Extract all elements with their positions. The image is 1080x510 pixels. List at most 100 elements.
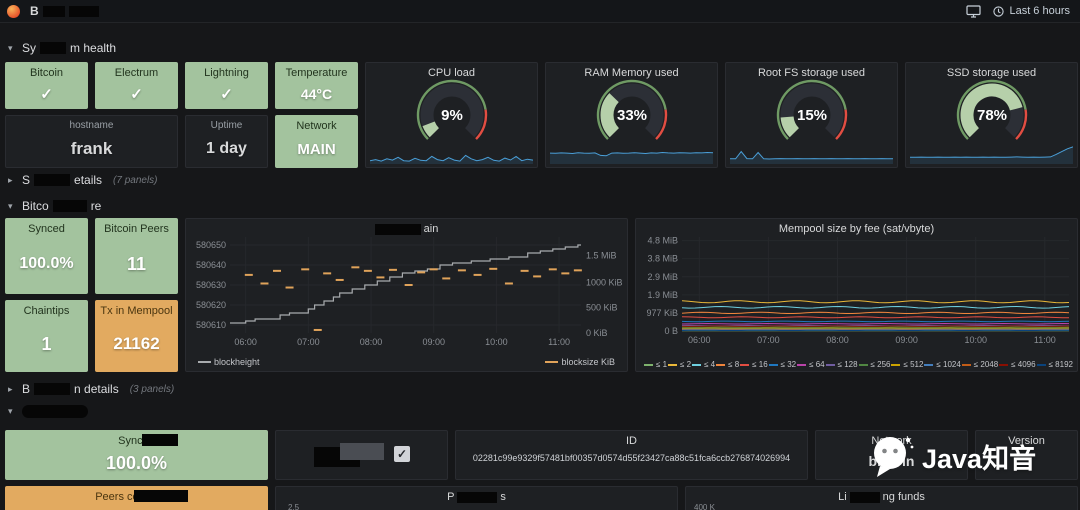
panel-ram-used[interactable]: RAM Memory used 33% <box>545 62 718 168</box>
panel-tx-in-mempool[interactable]: Tx in Mempool 21162 <box>95 300 178 372</box>
legend-item[interactable]: ≤ 8192 <box>1037 360 1073 370</box>
panel-bitcoin-peers[interactable]: Bitcoin Peers 11 <box>95 218 178 294</box>
row-bitcoin-core[interactable]: ▾ Bitco re <box>8 198 101 214</box>
panel-rootfs-used[interactable]: Root FS storage used 15% <box>725 62 898 168</box>
svg-text:4.8 MiB: 4.8 MiB <box>647 236 678 246</box>
legend-item[interactable]: ≤ 4096 <box>999 360 1035 370</box>
dashboard-title[interactable]: B <box>30 4 99 18</box>
svg-text:06:00: 06:00 <box>688 335 711 345</box>
legend-item[interactable]: ≤ 8 <box>716 360 739 370</box>
stat-label: Bitcoin <box>30 67 63 79</box>
panel-title[interactable]: Li ng funds <box>686 491 1077 503</box>
legend-item[interactable]: ≤ 1 <box>644 360 667 370</box>
svg-text:06:00: 06:00 <box>234 337 257 347</box>
legend-item[interactable]: ≤ 2048 <box>962 360 998 370</box>
panel-bitcoin-status[interactable]: Bitcoin ✓ <box>5 62 88 109</box>
check-icon: ✓ <box>40 79 53 108</box>
panel-title[interactable]: Root FS storage used <box>726 67 897 79</box>
legend-item[interactable]: ≤ 128 <box>826 360 858 370</box>
svg-text:07:00: 07:00 <box>757 335 780 345</box>
panel-synced[interactable]: Synced 100.0% <box>5 218 88 294</box>
redaction-box <box>40 42 66 54</box>
stat-value: 11 <box>127 235 146 293</box>
stat-value: 100.0% <box>19 235 73 293</box>
stat-value: 100.0% <box>106 447 167 479</box>
panel-electrum-status[interactable]: Electrum ✓ <box>95 62 178 109</box>
legend-item[interactable]: ≤ 32 <box>769 360 797 370</box>
svg-text:09:00: 09:00 <box>895 335 918 345</box>
ssd-gauge: 78% <box>906 75 1077 147</box>
panel-uptime[interactable]: Uptime 1 day <box>185 115 268 168</box>
legend-item[interactable]: ≤ 1024 <box>924 360 960 370</box>
stat-label: Temperature <box>286 67 348 79</box>
svg-text:15%: 15% <box>796 107 826 124</box>
panel-title[interactable]: ain <box>186 223 627 235</box>
row-title: n details <box>74 382 119 396</box>
panel-count: (3 panels) <box>130 384 174 395</box>
panel-chaintips[interactable]: Chaintips 1 <box>5 300 88 372</box>
tv-mode-button[interactable] <box>966 5 981 18</box>
redaction-box <box>142 434 178 446</box>
svg-text:580630: 580630 <box>196 280 226 290</box>
legend-item[interactable]: ≤ 64 <box>797 360 825 370</box>
time-range-label: Last 6 hours <box>1009 5 1070 17</box>
grafana-logo-icon[interactable] <box>7 5 20 18</box>
node-id-value: 02281c99e9329f57481bf00357d0574d55f23427… <box>460 453 803 463</box>
panel-mempool-chart[interactable]: Mempool size by fee (sat/vbyte) 4.8 MiB3… <box>635 218 1078 372</box>
chevron-right-icon: ▸ <box>8 384 16 395</box>
redaction-box <box>457 492 497 503</box>
stat-label: Uptime <box>211 120 243 131</box>
panel-title[interactable]: SSD storage used <box>906 67 1077 79</box>
legend-item[interactable]: blockheight <box>198 357 260 367</box>
panel-ssd-used[interactable]: SSD storage used 78% <box>905 62 1078 168</box>
grafana-dashboard: B Last 6 hours ▾ Sy <box>0 0 1080 510</box>
checkbox-icon[interactable]: ✓ <box>394 446 410 462</box>
redaction-box <box>22 405 88 418</box>
stat-label: Electrum <box>115 67 158 79</box>
legend-item[interactable]: ≤ 4 <box>692 360 715 370</box>
panel-title[interactable]: RAM Memory used <box>546 67 717 79</box>
panel-blockchain-chart[interactable]: ain 58065058064058063058062058061006:000… <box>185 218 628 372</box>
panel-lightning-funds[interactable]: Li ng funds 400 K <box>685 486 1078 510</box>
row-details-7[interactable]: ▸ S etails (7 panels) <box>8 172 158 188</box>
clock-icon <box>993 6 1004 17</box>
svg-text:580620: 580620 <box>196 300 226 310</box>
svg-text:580610: 580610 <box>196 320 226 330</box>
panel-ln-synced[interactable]: Synced 100.0% <box>5 430 268 480</box>
panel-redacted[interactable]: ✓ <box>275 430 448 480</box>
topbar: B Last 6 hours <box>0 0 1080 23</box>
redaction-box <box>43 6 65 17</box>
row-system-health[interactable]: ▾ Sy m health <box>8 40 116 56</box>
row-lightning[interactable]: ▾ <box>8 403 88 419</box>
svg-text:08:00: 08:00 <box>826 335 849 345</box>
chart-legend: ≤ 1≤ 2≤ 4≤ 8≤ 16≤ 32≤ 64≤ 128≤ 256≤ 512≤… <box>644 360 1073 370</box>
legend-item[interactable]: ≤ 512 <box>891 360 923 370</box>
legend-item[interactable]: ≤ 16 <box>740 360 768 370</box>
blockchain-chart: 58065058064058063058062058061006:0007:00… <box>186 219 629 373</box>
svg-text:10:00: 10:00 <box>964 335 987 345</box>
panel-title[interactable]: P s <box>276 491 677 503</box>
chart-legend: blockheight blocksize KiB <box>198 357 615 367</box>
row-details-3[interactable]: ▸ B n details (3 panels) <box>8 381 174 397</box>
panel-network[interactable]: Network MAIN <box>275 115 358 168</box>
panel-title[interactable]: CPU load <box>366 67 537 79</box>
panel-title-text: ain <box>424 223 439 235</box>
stat-label: Chaintips <box>24 305 70 317</box>
watermark: Java知音 <box>868 432 1036 480</box>
panel-hostname[interactable]: hostname frank <box>5 115 178 168</box>
panel-lightning-status[interactable]: Lightning ✓ <box>185 62 268 109</box>
panel-peers-connected[interactable]: Peers connected <box>5 486 268 510</box>
time-range-picker[interactable]: Last 6 hours <box>993 5 1070 17</box>
redaction-box <box>850 492 880 503</box>
panel-peers-chart[interactable]: P s 2.5 <box>275 486 678 510</box>
rootfs-gauge: 15% <box>726 75 897 147</box>
panel-title[interactable]: Mempool size by fee (sat/vbyte) <box>636 223 1077 235</box>
legend-item[interactable]: ≤ 256 <box>859 360 891 370</box>
panel-title[interactable]: ID <box>456 435 807 447</box>
panel-node-id[interactable]: ID 02281c99e9329f57481bf00357d0574d55f23… <box>455 430 808 480</box>
svg-text:500 KiB: 500 KiB <box>586 303 618 313</box>
panel-cpu-load[interactable]: CPU load 9% <box>365 62 538 168</box>
panel-temperature[interactable]: Temperature 44°C <box>275 62 358 109</box>
legend-item[interactable]: ≤ 2 <box>668 360 691 370</box>
legend-item[interactable]: blocksize KiB <box>545 357 615 367</box>
